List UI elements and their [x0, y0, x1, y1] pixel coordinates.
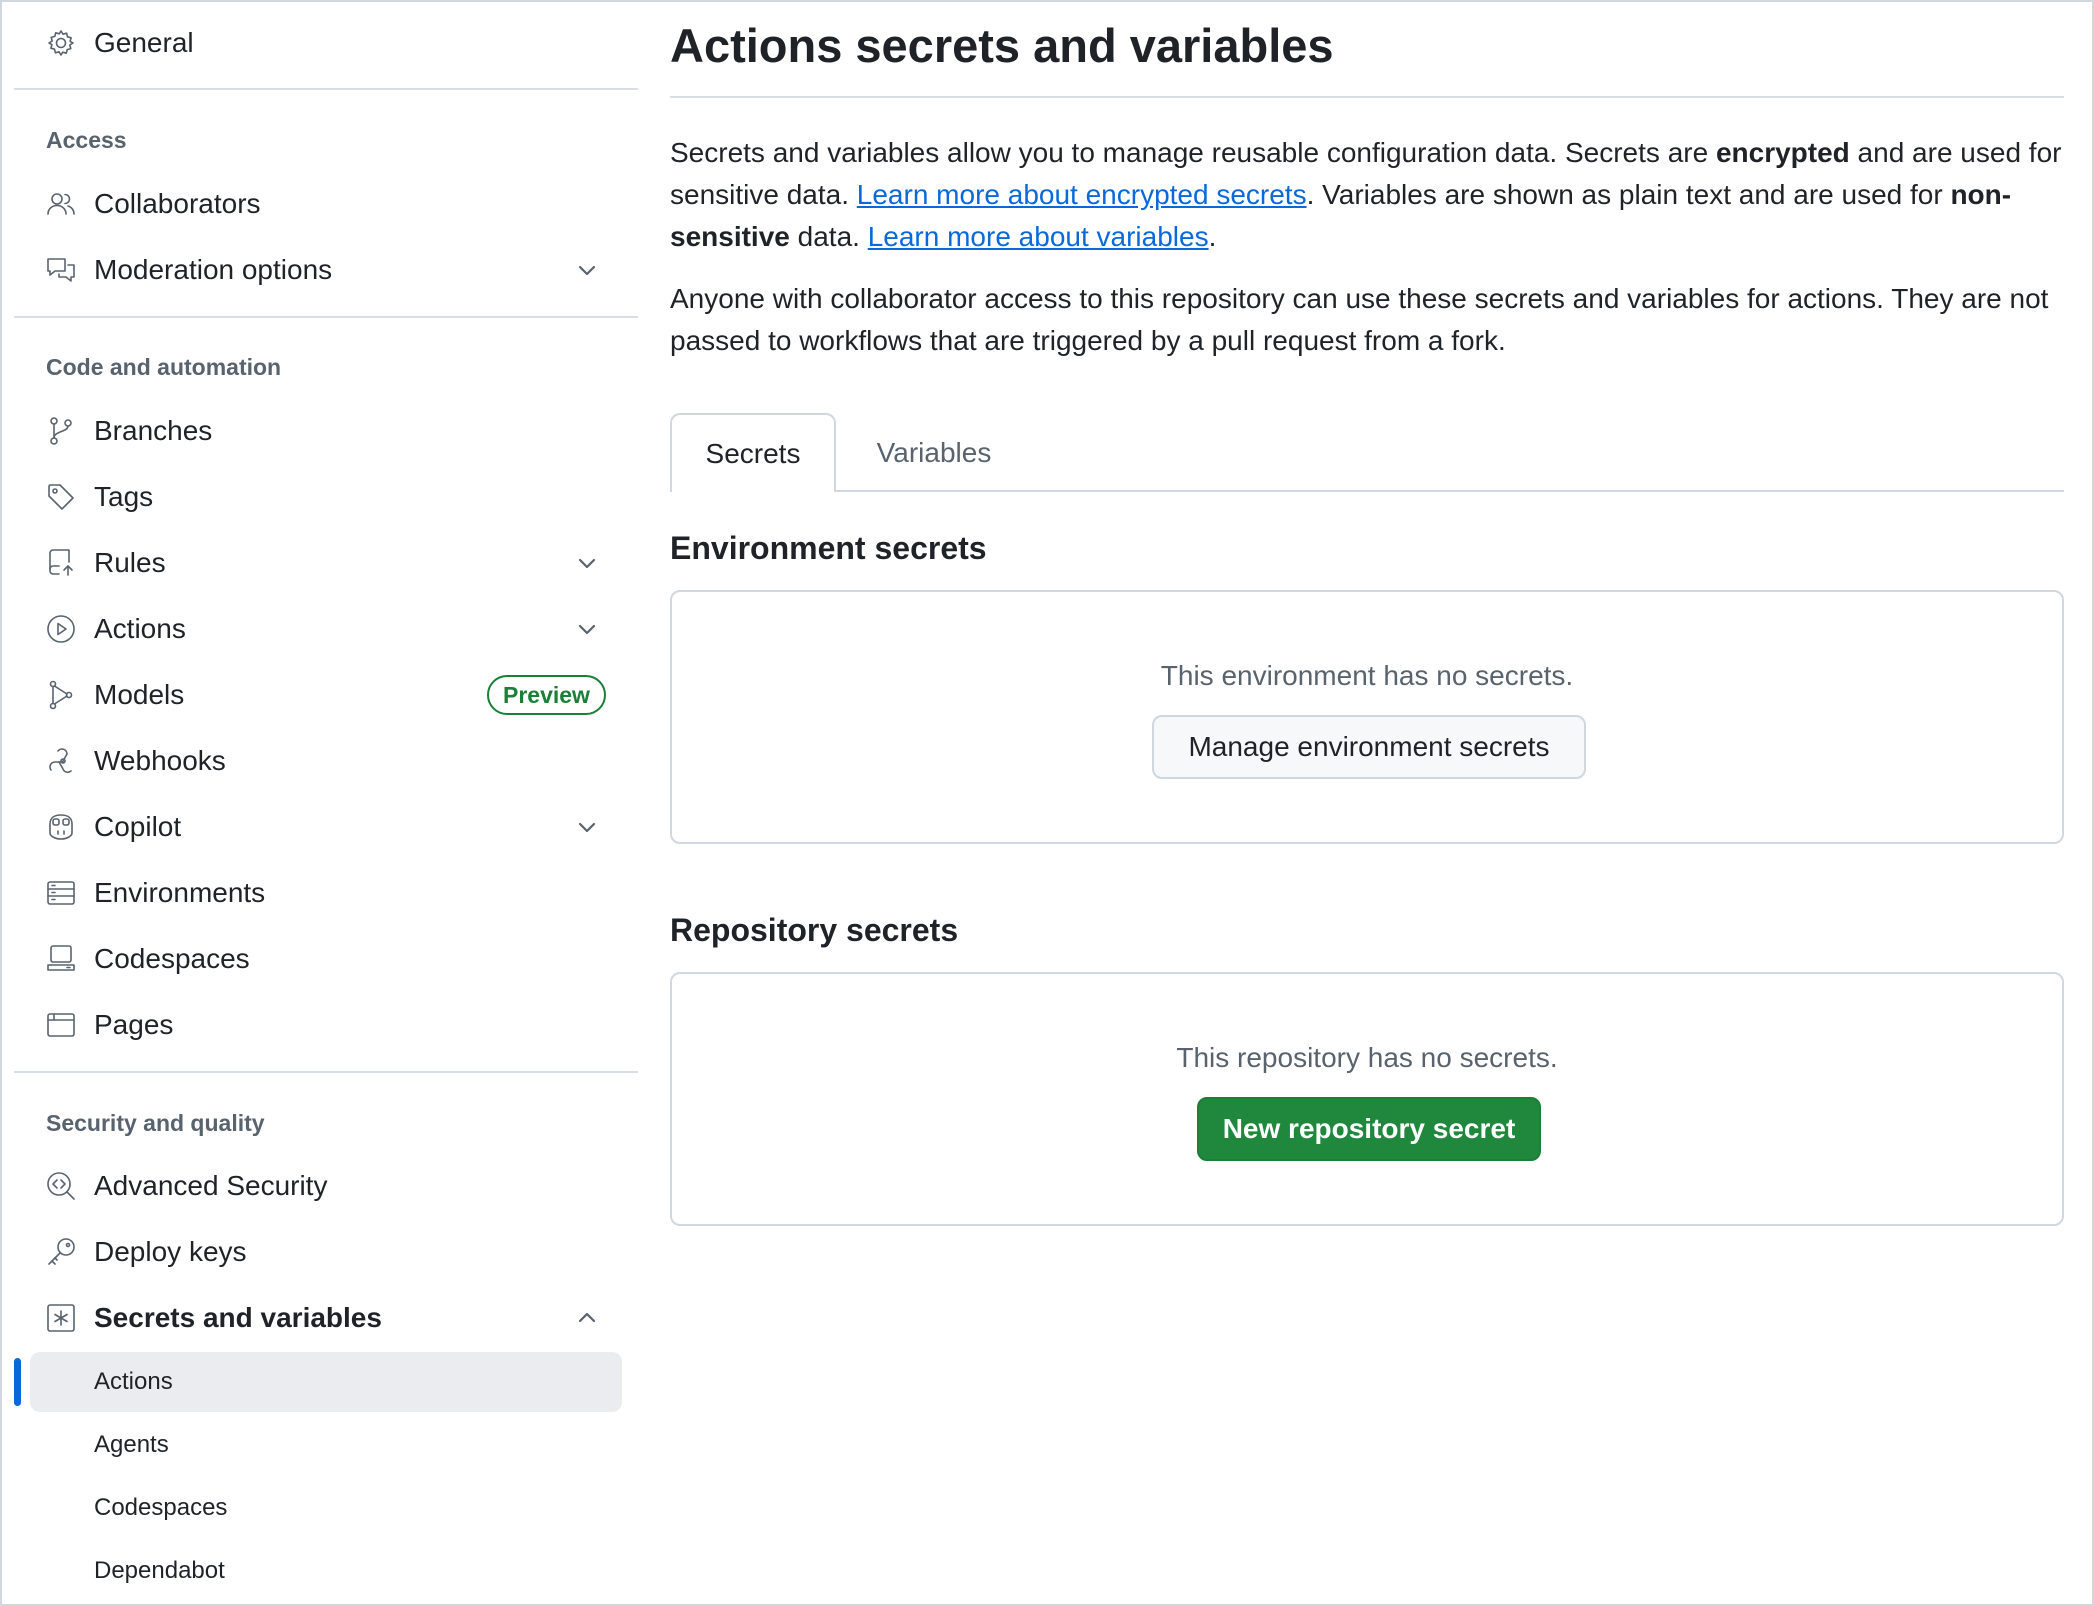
empty-state-text: This repository has no secrets.: [1176, 1042, 1558, 1073]
sidebar-item-collaborators[interactable]: Collaborators: [14, 176, 640, 232]
sidebar-item-label: Branches: [94, 415, 213, 446]
codespaces-icon: [45, 943, 77, 975]
sidebar-item-label: Secrets and variables: [94, 1302, 382, 1333]
repository-secrets-panel: This repository has no secrets. New repo…: [670, 972, 2064, 1226]
sidebar-item-copilot[interactable]: Copilot: [14, 799, 640, 855]
tab-secrets[interactable]: Secrets: [670, 413, 836, 492]
sidebar-item-label: General: [94, 27, 194, 58]
gear-icon: [45, 27, 77, 59]
sidebar-item-tags[interactable]: Tags: [14, 469, 640, 525]
sidebar-subitem-label: Agents: [94, 1431, 169, 1458]
sidebar-subitem-dependabot[interactable]: Dependabot: [30, 1541, 622, 1601]
sidebar-subitem-label: Dependabot: [94, 1557, 225, 1584]
people-icon: [45, 188, 77, 220]
title-divider: [670, 96, 2064, 98]
sidebar-item-label: Actions: [94, 613, 186, 644]
sidebar-subitem-agents[interactable]: Agents: [30, 1415, 622, 1475]
sidebar-divider: [14, 1071, 638, 1073]
environment-secrets-panel: This environment has no secrets. Manage …: [670, 590, 2064, 844]
intro-text: data.: [789, 221, 868, 252]
tag-icon: [45, 481, 77, 513]
sidebar-subitem-codespaces[interactable]: Codespaces: [30, 1478, 622, 1538]
sidebar-item-webhooks[interactable]: Webhooks: [14, 733, 640, 789]
intro-text: . Variables are shown as plain text and …: [1306, 179, 1951, 210]
sidebar-section-security-quality: Security and quality: [46, 1110, 265, 1136]
manage-environment-secrets-button[interactable]: Manage environment secrets: [1152, 715, 1586, 779]
ai-model-icon: [45, 679, 77, 711]
sidebar-item-environments[interactable]: Environments: [14, 865, 640, 921]
access-note: Anyone with collaborator access to this …: [670, 283, 2049, 356]
intro-emphasis: encrypted: [1715, 137, 1850, 168]
git-branch-icon: [45, 415, 77, 447]
intro-text: .: [1208, 221, 1217, 252]
sidebar-item-label: Models: [94, 679, 185, 710]
sidebar-item-label: Environments: [94, 877, 266, 908]
sidebar-subitem-label: Codespaces: [94, 1494, 228, 1521]
server-icon: [45, 877, 77, 909]
sidebar-item-general[interactable]: General: [14, 15, 640, 71]
sidebar-item-models[interactable]: Models Preview: [14, 667, 640, 723]
webhook-icon: [45, 745, 77, 777]
sidebar-item-label: Deploy keys: [94, 1236, 247, 1267]
sidebar-item-advanced-security[interactable]: Advanced Security: [14, 1158, 640, 1214]
shield-search-icon: [45, 1170, 77, 1202]
copilot-icon: [45, 811, 77, 843]
chevron-down-icon[interactable]: [574, 814, 600, 840]
sidebar-subitem-actions[interactable]: Actions: [30, 1352, 622, 1412]
page-title: Actions secrets and variables: [670, 19, 1334, 72]
key-asterisk-icon: [45, 1302, 77, 1334]
sidebar-item-rules[interactable]: Rules: [14, 535, 640, 591]
preview-badge: Preview: [487, 675, 606, 715]
play-icon: [45, 613, 77, 645]
sidebar-item-secrets-and-variables[interactable]: Secrets and variables: [14, 1290, 640, 1346]
repo-push-icon: [45, 547, 77, 579]
sidebar-item-label: Webhooks: [94, 745, 226, 776]
environment-secrets-heading: Environment secrets: [670, 530, 987, 566]
chevron-up-icon[interactable]: [574, 1305, 600, 1331]
sidebar-item-deploy-keys[interactable]: Deploy keys: [14, 1224, 640, 1280]
chevron-down-icon[interactable]: [574, 550, 600, 576]
learn-more-variables-link[interactable]: Learn more about variables: [868, 221, 1209, 252]
empty-state-text: This environment has no secrets.: [1160, 660, 1574, 691]
sidebar-subitem-label: Actions: [94, 1368, 173, 1395]
chevron-down-icon[interactable]: [574, 257, 600, 283]
sidebar-item-label: Collaborators: [94, 188, 261, 219]
repository-secrets-heading: Repository secrets: [670, 912, 959, 948]
new-repository-secret-button[interactable]: New repository secret: [1197, 1097, 1541, 1161]
sidebar-item-label: Pages: [94, 1009, 174, 1040]
sidebar-item-label: Codespaces: [94, 943, 250, 974]
browser-icon: [45, 1009, 77, 1041]
intro-text: Secrets and variables allow you to manag…: [670, 137, 1716, 168]
tab-variables[interactable]: Variables: [836, 413, 1032, 492]
sidebar-item-label: Advanced Security: [94, 1170, 328, 1201]
sidebar-item-label: Tags: [94, 481, 154, 512]
sidebar-section-code-automation: Code and automation: [46, 354, 282, 380]
chevron-down-icon[interactable]: [574, 616, 600, 642]
sidebar-section-access: Access: [46, 127, 127, 153]
sidebar-item-pages[interactable]: Pages: [14, 997, 640, 1053]
sidebar-item-moderation-options[interactable]: Moderation options: [14, 242, 640, 298]
sidebar-item-codespaces[interactable]: Codespaces: [14, 931, 640, 987]
active-item-indicator: [14, 1358, 21, 1406]
sidebar-item-label: Rules: [94, 547, 166, 578]
sidebar-item-branches[interactable]: Branches: [14, 403, 640, 459]
learn-more-secrets-link[interactable]: Learn more about encrypted secrets: [857, 179, 1307, 210]
sidebar-item-label: Moderation options: [94, 254, 333, 285]
sidebar-item-label: Copilot: [94, 811, 182, 842]
comment-discussion-icon: [45, 254, 77, 286]
sidebar-item-actions[interactable]: Actions: [14, 601, 640, 657]
intro-paragraph: Secrets and variables allow you to manag…: [670, 132, 2064, 258]
key-icon: [45, 1236, 77, 1268]
settings-sidebar: General Access Collaborators Moderation …: [14, 0, 640, 1606]
sidebar-divider: [14, 88, 638, 90]
sidebar-divider: [14, 316, 638, 318]
